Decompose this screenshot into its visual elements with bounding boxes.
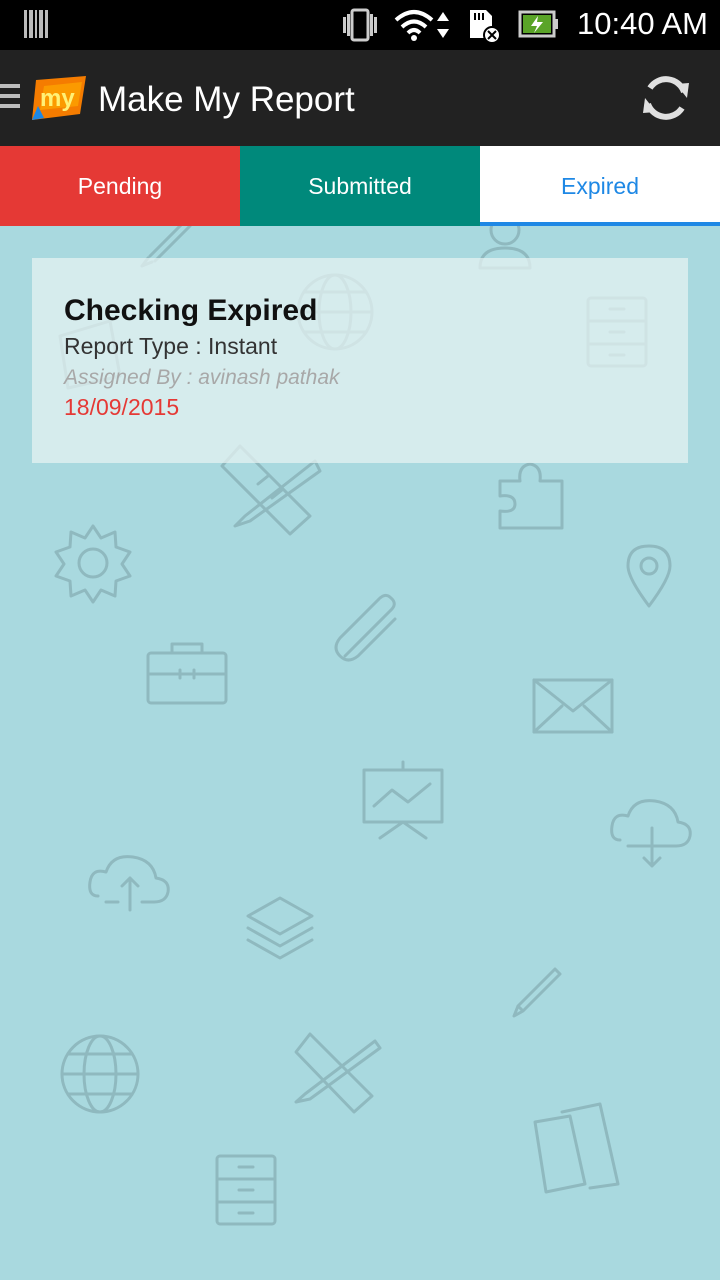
ruler-pencil-icon xyxy=(294,1032,382,1114)
layers-icon xyxy=(246,896,314,960)
wifi-icon xyxy=(394,10,434,41)
report-title: Checking Expired xyxy=(64,294,318,327)
pencil-icon xyxy=(512,967,562,1018)
refresh-icon[interactable] xyxy=(640,72,692,124)
sd-card-error-icon xyxy=(470,10,501,44)
vibrate-icon xyxy=(343,8,377,42)
report-assigned-by: Assigned By : avinash pathak xyxy=(64,366,340,389)
cloud-upload-icon xyxy=(88,855,170,912)
puzzle-icon xyxy=(498,462,564,530)
barcode-icon xyxy=(24,10,48,38)
envelope-icon xyxy=(532,678,614,734)
tab-pending[interactable]: Pending xyxy=(0,146,240,226)
report-tabs: Pending Submitted Expired xyxy=(0,146,720,226)
status-time: 10:40 AM xyxy=(577,6,708,41)
battery-charging-icon xyxy=(518,10,558,38)
app-title: Make My Report xyxy=(98,80,355,119)
documents-icon xyxy=(533,1102,620,1194)
logo-text: my xyxy=(40,85,75,112)
tab-submitted-label: Submitted xyxy=(308,172,412,199)
presentation-chart-icon xyxy=(362,760,444,840)
report-list[interactable]: Checking Expired Report Type : Instant A… xyxy=(0,226,720,1280)
gear-icon xyxy=(54,524,132,604)
tab-pending-label: Pending xyxy=(77,172,163,199)
tab-submitted[interactable]: Submitted xyxy=(240,146,480,226)
report-date: 18/09/2015 xyxy=(64,394,180,420)
app-logo: my xyxy=(32,76,86,120)
filing-cabinet-icon xyxy=(215,1154,277,1226)
report-type: Report Type : Instant xyxy=(64,333,278,359)
location-pin-icon xyxy=(626,544,672,608)
hamburger-menu-icon[interactable] xyxy=(0,84,20,112)
report-card[interactable]: Checking Expired Report Type : Instant A… xyxy=(32,258,688,463)
app-bar: my Make My Report xyxy=(0,50,720,146)
tab-expired[interactable]: Expired xyxy=(480,146,720,226)
briefcase-icon xyxy=(146,642,228,705)
globe-icon xyxy=(60,1034,140,1114)
cloud-download-icon xyxy=(610,799,692,868)
data-transfer-icon xyxy=(437,12,449,38)
status-bar: 10:40 AM xyxy=(0,0,720,50)
paperclip-icon xyxy=(334,593,397,662)
tab-expired-label: Expired xyxy=(561,172,639,199)
